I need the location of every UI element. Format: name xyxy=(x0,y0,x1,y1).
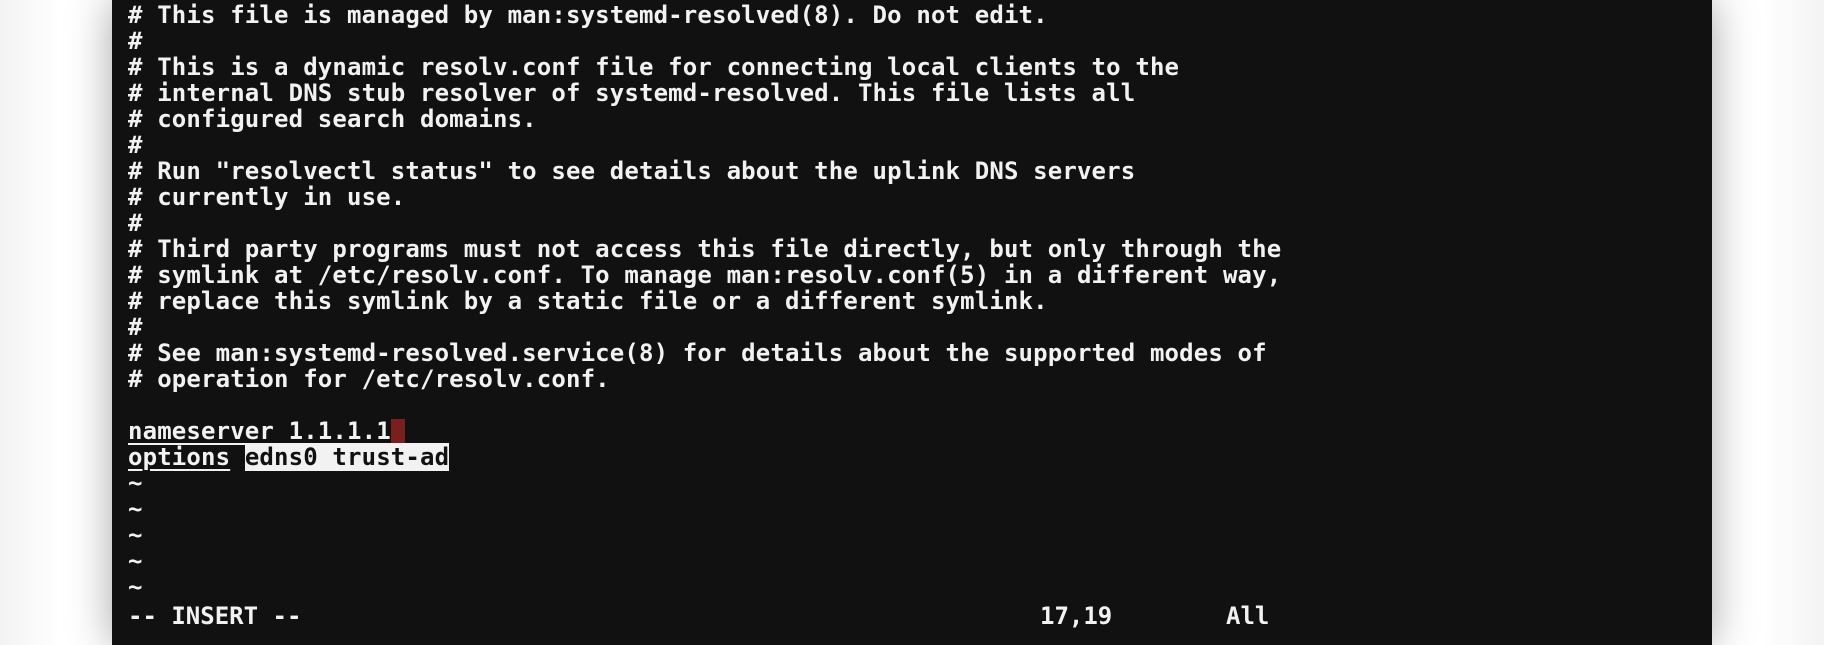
empty-line-marker: ~ xyxy=(128,547,143,575)
comment-line: # Third party programs must not access t… xyxy=(128,235,1282,263)
options-keyword: options xyxy=(128,443,231,471)
comment-line: # See man:systemd-resolved.service(8) fo… xyxy=(128,339,1267,367)
comment-line: # This is a dynamic resolv.conf file for… xyxy=(128,53,1180,81)
scroll-position: All xyxy=(1226,602,1270,630)
empty-line-marker: ~ xyxy=(128,521,143,549)
vim-status-line: -- INSERT -- 17,19 All xyxy=(128,603,1578,629)
comment-line: # xyxy=(128,313,143,341)
vim-buffer[interactable]: # This file is managed by man:systemd-re… xyxy=(128,2,1281,600)
nameserver-keyword: nameserver xyxy=(128,417,274,445)
comment-line: # currently in use. xyxy=(128,183,406,211)
empty-line-marker: ~ xyxy=(128,469,143,497)
nameserver-value: 1.1.1.1 xyxy=(288,417,391,445)
cursor-position: 17,19 xyxy=(1040,602,1113,630)
options-value: edns0 trust-ad xyxy=(244,443,450,471)
mode-indicator: -- INSERT -- xyxy=(128,602,302,630)
comment-line: # configured search domains. xyxy=(128,105,537,133)
nameserver-line[interactable]: nameserver 1.1.1.1 xyxy=(128,418,1281,444)
comment-line: # xyxy=(128,131,143,159)
comment-line: # internal DNS stub resolver of systemd-… xyxy=(128,79,1136,107)
terminal-window[interactable]: # This file is managed by man:systemd-re… xyxy=(112,0,1712,645)
options-line[interactable]: options edns0 trust-ad xyxy=(128,443,1281,471)
comment-line: # replace this symlink by a static file … xyxy=(128,287,1048,315)
empty-line-marker: ~ xyxy=(128,495,143,523)
blank-line xyxy=(128,392,1281,418)
comment-line: # This file is managed by man:systemd-re… xyxy=(128,1,1048,29)
comment-line: # Run "resolvectl status" to see details… xyxy=(128,157,1136,185)
comment-line: # operation for /etc/resolv.conf. xyxy=(128,365,610,393)
empty-line-marker: ~ xyxy=(128,573,143,601)
comment-line: # xyxy=(128,27,143,55)
text-cursor xyxy=(390,419,405,443)
comment-line: # symlink at /etc/resolv.conf. To manage… xyxy=(128,261,1282,289)
comment-line: # xyxy=(128,209,143,237)
